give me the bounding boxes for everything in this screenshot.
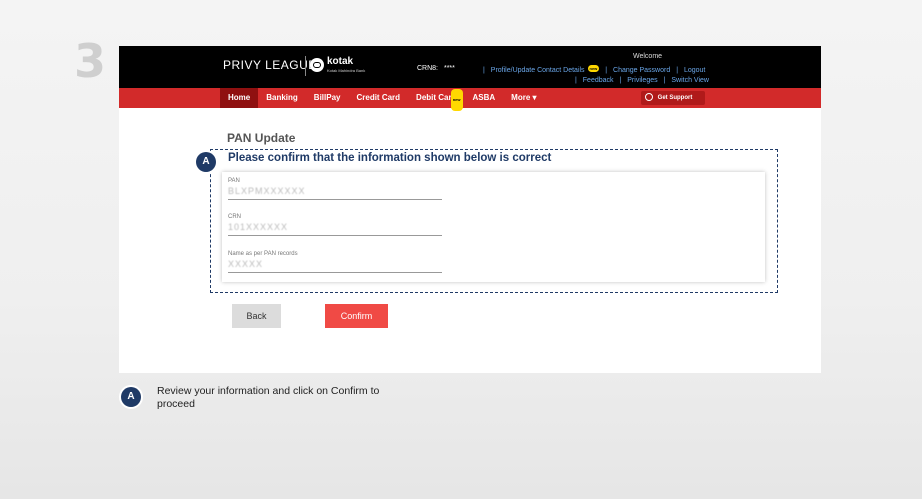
phone-icon <box>645 93 653 101</box>
tab-credit-card[interactable]: Credit Card <box>348 88 408 108</box>
tab-banking[interactable]: Banking <box>258 88 306 108</box>
top-header: PRIVY LEAGUE kotak Kotak Mahindra Bank C… <box>119 46 821 88</box>
name-field: Name as per PAN records XXXXX <box>228 251 442 273</box>
field-underline <box>228 272 442 273</box>
pan-label: PAN <box>228 178 240 184</box>
crn-display: CRN8: **** <box>417 65 455 72</box>
link-separator: | <box>619 77 622 84</box>
annotation-badge-a: A <box>196 152 216 172</box>
get-support-label: Get Support <box>657 95 693 101</box>
kotak-logo-subtext: Kotak Mahindra Bank <box>327 68 366 73</box>
confirm-heading: Please confirm that the information show… <box>228 152 552 164</box>
confirm-button[interactable]: Confirm <box>325 304 388 328</box>
kotak-logo-text: kotak <box>327 56 354 67</box>
tab-more[interactable]: More ▾ <box>503 88 544 108</box>
tab-home[interactable]: Home <box>220 88 259 108</box>
step-number: 3 <box>74 34 107 88</box>
header-links-row1: | Profile/Update Contact Details new | C… <box>479 65 705 74</box>
link-separator: | <box>483 67 485 74</box>
caption-badge-a: A <box>121 387 141 407</box>
change-password-link[interactable]: Change Password <box>613 67 670 74</box>
get-support-button[interactable]: Get Support <box>641 91 705 105</box>
tab-asba[interactable]: ASBA <box>465 88 504 108</box>
new-badge: new <box>587 65 600 72</box>
pan-field: PAN BLXPMXXXXXX <box>228 178 442 200</box>
link-separator: | <box>676 67 679 74</box>
main-nav: Home Banking BillPay Credit Card Debit C… <box>119 88 821 111</box>
page-title: PAN Update <box>227 131 296 145</box>
profile-update-link[interactable]: Profile/Update Contact Details <box>491 67 585 74</box>
instruction-caption: Review your information and click on Con… <box>157 385 380 410</box>
header-links-row2: | Feedback | Privileges | Switch View <box>571 77 709 84</box>
tab-debit-card[interactable]: Debit Card new <box>408 88 464 111</box>
kotak-logo-icon <box>310 58 324 72</box>
pan-value: BLXPMXXXXXX <box>228 186 306 196</box>
link-separator: | <box>575 77 577 84</box>
privy-league-logo: PRIVY LEAGUE <box>223 58 317 72</box>
crn-field-label: CRN <box>228 214 241 220</box>
tab-billpay[interactable]: BillPay <box>306 88 349 108</box>
nav-tabs: Home Banking BillPay Credit Card Debit C… <box>220 88 545 111</box>
logout-link[interactable]: Logout <box>684 67 705 74</box>
back-button[interactable]: Back <box>232 304 281 328</box>
new-badge: new <box>450 89 463 111</box>
info-card: PAN BLXPMXXXXXX CRN 101XXXXXX Name as pe… <box>222 172 765 282</box>
crn-value: **** <box>443 65 455 72</box>
field-underline <box>228 199 442 200</box>
name-value: XXXXX <box>228 259 264 269</box>
link-separator: | <box>605 67 608 74</box>
field-underline <box>228 235 442 236</box>
welcome-text: Welcome <box>633 53 663 60</box>
switch-view-link[interactable]: Switch View <box>671 77 709 84</box>
crn-field-value: 101XXXXXX <box>228 222 289 232</box>
crn-label: CRN8: <box>417 65 439 72</box>
privileges-link[interactable]: Privileges <box>627 77 657 84</box>
screenshot-frame: PRIVY LEAGUE kotak Kotak Mahindra Bank C… <box>119 46 821 373</box>
crn-field: CRN 101XXXXXX <box>228 214 442 236</box>
feedback-link[interactable]: Feedback <box>583 77 614 84</box>
link-separator: | <box>663 77 666 84</box>
logo-divider <box>305 56 306 76</box>
name-label: Name as per PAN records <box>228 251 298 257</box>
